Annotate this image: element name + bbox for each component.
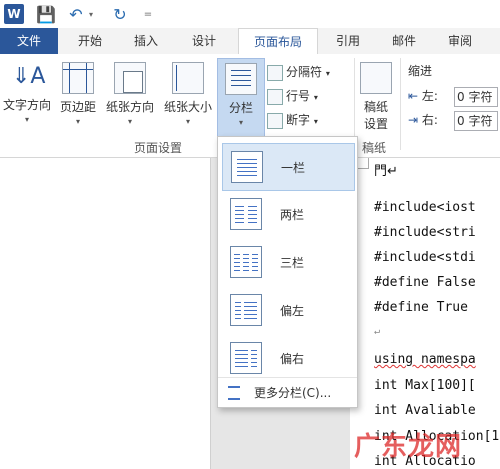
hyphenation-label: 断字 — [286, 113, 311, 127]
separator — [400, 58, 401, 150]
breaks-button[interactable]: 分隔符 ▾ — [267, 62, 330, 82]
columns-option-two[interactable]: 两栏 — [222, 191, 353, 237]
line-numbers-label: 行号 — [286, 89, 311, 103]
page-setup-group-label: 页面设置 — [134, 141, 183, 155]
manuscript-label-line1: 稿纸 — [363, 100, 388, 114]
text-direction-button[interactable]: ⇓A 文字方向 ▾ — [0, 62, 54, 124]
indent-right-label: ⇥ 右: — [408, 113, 438, 127]
columns-option-label: 两栏 — [280, 208, 305, 222]
chevron-down-icon: ▾ — [185, 117, 190, 126]
manuscript-icon — [360, 62, 392, 94]
indent-left-icon: ⇤ — [408, 89, 419, 103]
indent-heading: 缩进 — [408, 64, 433, 78]
orientation-label: 纸张方向 — [105, 100, 154, 114]
columns-icon — [225, 63, 257, 95]
watermark: 广东龙网 — [354, 432, 463, 462]
redo-icon[interactable]: ↻ — [110, 4, 130, 24]
doc-line-1: #include<iost — [374, 200, 476, 215]
columns-option-label: 偏右 — [280, 352, 305, 366]
columns-option-label: 偏左 — [280, 304, 305, 318]
margins-button[interactable]: 页边距 ▾ — [56, 62, 100, 126]
columns-button[interactable]: 分栏 ▾ — [217, 58, 265, 138]
orientation-icon — [114, 62, 146, 94]
columns-option-label: 一栏 — [281, 161, 306, 175]
paper-size-icon — [172, 62, 204, 94]
doc-line-2: #include<stri — [374, 225, 476, 240]
two-columns-icon — [230, 198, 262, 230]
columns-label: 分栏 — [228, 101, 253, 115]
chevron-down-icon: ▾ — [127, 117, 132, 126]
undo-dropdown-icon[interactable]: ▾ — [86, 4, 96, 24]
doc-line-4: #define False — [374, 275, 476, 290]
manuscript-label-line2: 设置 — [363, 117, 388, 131]
line-numbers-icon — [267, 88, 283, 105]
size-button[interactable]: 纸张大小 ▾ — [160, 62, 216, 126]
doc-line-7: using namespa — [374, 352, 476, 367]
orientation-button[interactable]: 纸张方向 ▾ — [102, 62, 158, 126]
margins-label: 页边距 — [59, 100, 96, 114]
size-label: 纸张大小 — [163, 100, 212, 114]
tab-insert[interactable]: 插入 — [126, 28, 166, 54]
text-direction-icon: ⇓A — [12, 64, 46, 89]
tab-references[interactable]: 引用 — [328, 28, 368, 54]
chevron-down-icon: ▾ — [75, 117, 80, 126]
doc-line-9: int Avaliable — [374, 403, 476, 418]
doc-line-6: ↵ — [374, 326, 381, 337]
word-logo-icon: W — [4, 4, 24, 24]
tab-mailings[interactable]: 邮件 — [384, 28, 424, 54]
ribbon-tabs: 文件 开始 插入 设计 页面布局 引用 邮件 审阅 — [0, 28, 500, 56]
tab-page-layout[interactable]: 页面布局 — [238, 28, 318, 56]
breaks-icon — [267, 64, 283, 81]
doc-line-3: #include<stdi — [374, 250, 476, 265]
margins-icon — [62, 62, 94, 94]
tab-home[interactable]: 开始 — [70, 28, 110, 54]
left-column-icon — [230, 294, 262, 326]
indent-right-icon: ⇥ — [408, 113, 419, 127]
breaks-label: 分隔符 — [286, 65, 323, 79]
columns-option-one[interactable]: 一栏 — [222, 143, 355, 191]
manuscript-group-label: 稿纸 — [362, 141, 387, 155]
chevron-down-icon: ▾ — [24, 115, 29, 124]
right-column-icon — [230, 342, 262, 374]
hyphenation-icon — [267, 112, 283, 129]
doc-line-top: 門↵ — [374, 164, 398, 179]
title-bar: W 💾 ↶ ▾ ↻ = — [0, 0, 500, 28]
tab-file[interactable]: 文件 — [0, 28, 58, 54]
columns-option-right[interactable]: 偏右 — [222, 335, 353, 381]
columns-dropdown-menu: 一栏 两栏 三栏 偏左 偏右 更多分栏(C)... — [217, 136, 358, 408]
chevron-down-icon: ▾ — [238, 118, 243, 127]
indent-left-input[interactable]: 0 字符 — [454, 87, 498, 107]
doc-line-5: #define True — [374, 300, 468, 315]
columns-option-three[interactable]: 三栏 — [222, 239, 353, 285]
more-columns-button[interactable]: 更多分栏(C)... — [218, 377, 357, 406]
save-icon[interactable]: 💾 — [36, 4, 56, 24]
line-numbers-button[interactable]: 行号 ▾ — [267, 86, 318, 106]
three-columns-icon — [230, 246, 262, 278]
customize-quick-access-icon[interactable]: = — [138, 4, 158, 24]
undo-icon[interactable]: ↶ — [66, 4, 86, 24]
more-columns-label: 更多分栏(C)... — [254, 386, 332, 400]
indent-left-label: ⇤ 左: — [408, 89, 438, 103]
tab-design[interactable]: 设计 — [184, 28, 224, 54]
document-page-left — [0, 158, 211, 469]
columns-option-label: 三栏 — [280, 256, 305, 270]
doc-line-8: int Max[100][ — [374, 378, 476, 393]
hyphenation-button[interactable]: 断字 ▾ — [267, 110, 318, 130]
more-columns-icon — [228, 386, 240, 400]
columns-option-left[interactable]: 偏左 — [222, 287, 353, 333]
text-direction-label: 文字方向 — [2, 98, 51, 112]
tab-review[interactable]: 审阅 — [440, 28, 480, 54]
indent-right-input[interactable]: 0 字符 — [454, 111, 498, 131]
manuscript-settings-button[interactable]: 稿纸 设置 — [358, 62, 394, 132]
one-column-icon — [231, 151, 263, 183]
